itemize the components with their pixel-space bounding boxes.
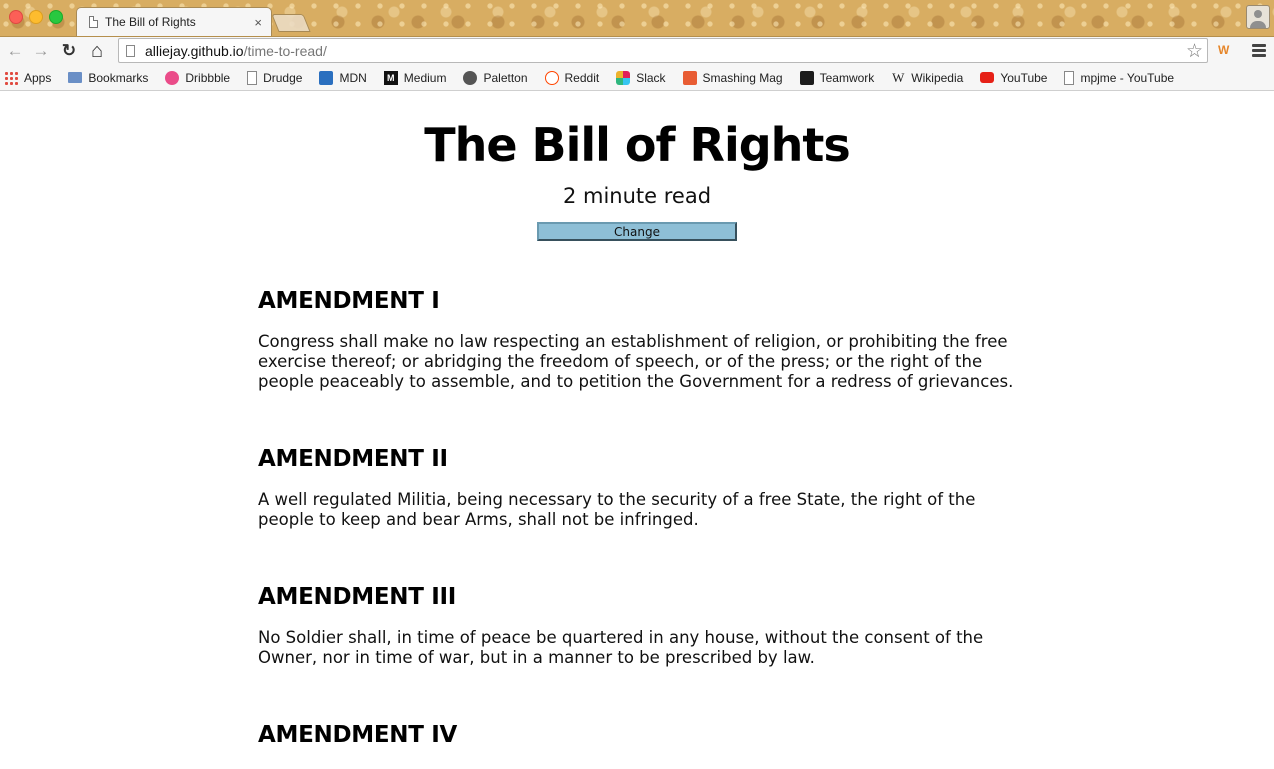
- medium-icon: M: [383, 70, 398, 85]
- page-title: The Bill of Rights: [424, 118, 851, 172]
- amendment-heading: AMENDMENT II: [258, 446, 448, 472]
- bookmark-label: Slack: [636, 70, 666, 85]
- menu-icon[interactable]: [1252, 44, 1266, 59]
- profile-avatar-button[interactable]: [1246, 5, 1270, 29]
- reload-icon: ↻: [61, 41, 77, 60]
- amendment-text: A well regulated Militia, being necessar…: [258, 490, 976, 529]
- amendment-heading: AMENDMENT I: [258, 288, 440, 314]
- bookmark-label: Wikipedia: [911, 70, 964, 85]
- close-window-button[interactable]: [9, 10, 23, 24]
- page-icon: [126, 44, 135, 57]
- document-icon: [89, 16, 98, 28]
- menu-icon-bar: [1252, 54, 1266, 57]
- arrow-right-icon: →: [32, 41, 50, 60]
- slack-icon: [616, 70, 631, 85]
- url-path: /time-to-read/: [243, 42, 327, 59]
- wikipedia-icon: W: [892, 69, 905, 85]
- amendment-text: Congress shall make no law respecting an…: [258, 332, 1014, 391]
- bookmark-dribbble[interactable]: Dribbble: [165, 70, 231, 85]
- bookmark-mpjme-youtube[interactable]: mpjme - YouTube: [1064, 70, 1175, 85]
- bookmark-medium[interactable]: M Medium: [383, 70, 447, 85]
- bookmark-youtube[interactable]: YouTube: [980, 71, 1047, 85]
- bookmark-label: Dribbble: [185, 70, 231, 85]
- bookmark-teamwork[interactable]: Teamwork: [799, 70, 875, 85]
- amendment-text: No Soldier shall, in time of peace be qu…: [258, 628, 984, 667]
- back-button[interactable]: ←: [4, 40, 26, 62]
- bookmark-label: Bookmarks: [88, 70, 149, 85]
- bookmark-label: YouTube: [1000, 70, 1048, 85]
- bookmark-bookmarks[interactable]: Bookmarks: [68, 71, 148, 85]
- amendment-2: AMENDMENT II A well regulated Militia, b…: [258, 446, 1018, 530]
- bookmark-label: Reddit: [564, 70, 600, 85]
- browser-toolbar: ← → ↻ ⌂ alliejay.github.io /time-to-read…: [0, 37, 1274, 65]
- arrow-left-icon: ←: [6, 41, 24, 60]
- url-host: alliejay.github.io: [145, 42, 244, 59]
- change-button[interactable]: Change: [537, 222, 737, 241]
- tab-title: The Bill of Rights: [105, 15, 196, 29]
- bookmark-star-icon[interactable]: ☆: [1186, 40, 1203, 63]
- bookmark-wikipedia[interactable]: W Wikipedia: [891, 69, 964, 85]
- apps-icon: [4, 70, 18, 85]
- document-icon: [1064, 70, 1075, 85]
- article: AMENDMENT I Congress shall make no law r…: [258, 288, 1018, 769]
- minimize-window-button[interactable]: [29, 10, 43, 24]
- home-button[interactable]: ⌂: [86, 40, 108, 62]
- bookmark-label: Medium: [403, 70, 447, 85]
- address-bar[interactable]: alliejay.github.io /time-to-read/ ☆: [118, 38, 1208, 63]
- extension-icon[interactable]: W: [1218, 43, 1229, 57]
- reload-button[interactable]: ↻: [58, 40, 80, 62]
- bookmark-label: Paletton: [483, 70, 528, 85]
- folder-icon: [68, 72, 83, 83]
- close-icon[interactable]: ×: [254, 15, 262, 30]
- youtube-icon: [980, 72, 995, 83]
- bookmarks-bar: Apps Bookmarks Dribbble Drudge MDN M Med…: [0, 65, 1274, 91]
- mdn-icon: [319, 70, 334, 85]
- bookmark-drudge[interactable]: Drudge: [247, 70, 303, 85]
- amendment-heading: AMENDMENT IV: [258, 722, 458, 748]
- amendment-4: AMENDMENT IV: [258, 722, 1018, 748]
- bookmark-smashing-mag[interactable]: Smashing Mag: [682, 70, 783, 85]
- person-icon: [1254, 10, 1262, 18]
- read-time-label: 2 minute read: [562, 184, 712, 208]
- smashing-icon: [682, 70, 697, 85]
- amendment-1: AMENDMENT I Congress shall make no law r…: [258, 288, 1018, 392]
- bookmark-label: Teamwork: [819, 70, 875, 85]
- teamwork-icon: [799, 70, 814, 85]
- bookmark-label: Apps: [24, 70, 52, 85]
- person-icon-body: [1250, 21, 1266, 28]
- bookmark-label: Smashing Mag: [702, 70, 783, 85]
- bookmark-slack[interactable]: Slack: [616, 70, 666, 85]
- bookmark-label: MDN: [339, 70, 367, 85]
- reddit-icon: [544, 70, 559, 85]
- bookmark-label: Drudge: [263, 70, 303, 85]
- page-content: The Bill of Rights 2 minute read Change …: [0, 92, 1274, 769]
- new-tab-button[interactable]: [271, 14, 311, 32]
- amendment-3: AMENDMENT III No Soldier shall, in time …: [258, 584, 1018, 668]
- window-titlebar: The Bill of Rights ×: [0, 0, 1274, 37]
- bookmark-apps[interactable]: Apps: [4, 70, 52, 85]
- forward-button[interactable]: →: [30, 40, 52, 62]
- paletton-icon: [463, 70, 478, 85]
- amendment-heading: AMENDMENT III: [258, 584, 457, 610]
- bookmark-reddit[interactable]: Reddit: [544, 70, 600, 85]
- document-icon: [247, 70, 258, 85]
- menu-icon-bar: [1252, 49, 1266, 52]
- zoom-window-button[interactable]: [49, 10, 63, 24]
- browser-tab-active[interactable]: The Bill of Rights ×: [76, 7, 272, 36]
- bookmark-mdn[interactable]: MDN: [319, 70, 367, 85]
- dribbble-icon: [165, 70, 180, 85]
- bookmark-paletton[interactable]: Paletton: [463, 70, 528, 85]
- menu-icon-bar: [1252, 44, 1266, 47]
- home-icon: ⌂: [90, 39, 104, 62]
- bookmark-label: mpjme - YouTube: [1080, 70, 1175, 85]
